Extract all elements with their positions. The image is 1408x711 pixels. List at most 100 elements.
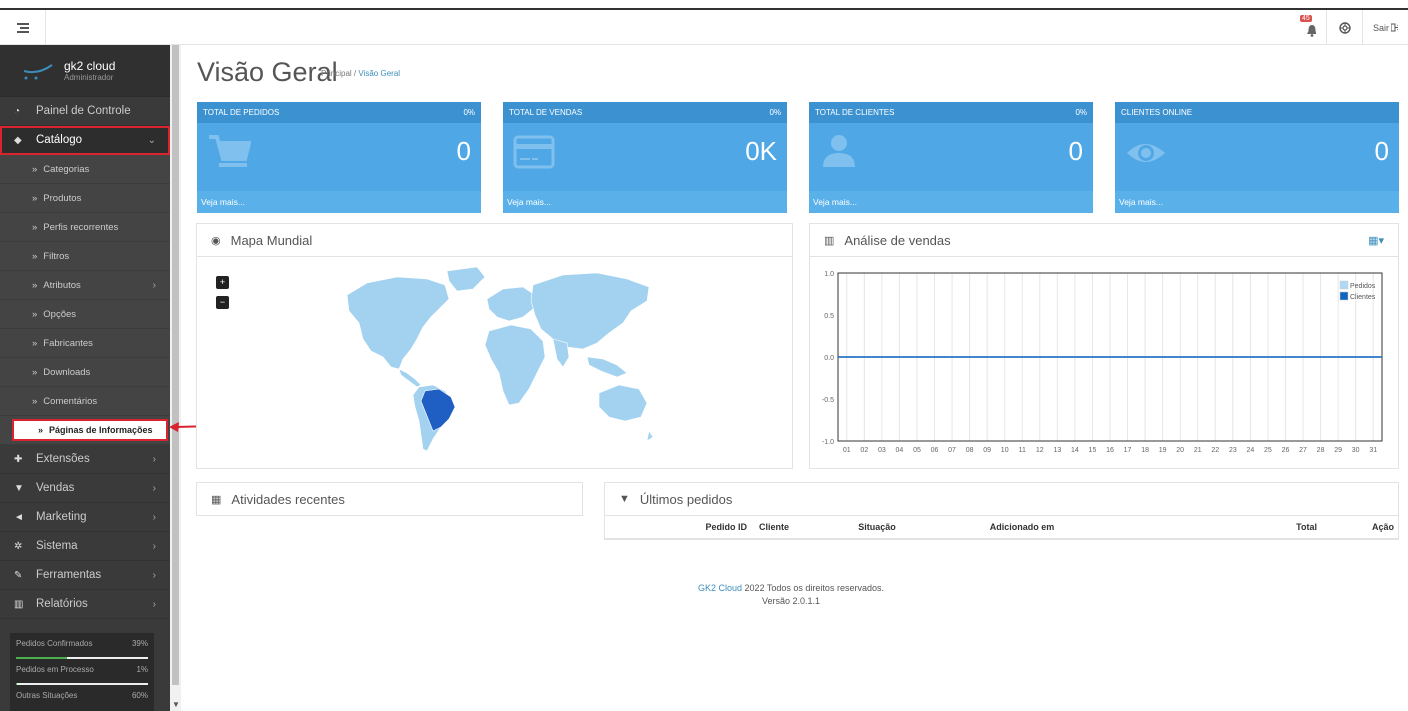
sidebar-item-catalog[interactable]: ◆ Catálogo ⌄ [0, 126, 170, 155]
sidebar-subitem-attributes[interactable]: » Atributos › [0, 271, 170, 300]
tile-view-more-link[interactable]: Veja mais... [809, 191, 1093, 213]
sidebar-subitem-options[interactable]: » Opções [0, 300, 170, 329]
credit-card-icon [513, 135, 555, 169]
x-tick-label: 20 [1176, 447, 1184, 454]
top-header: 45 Sair [0, 10, 1408, 45]
stat-progress-fill [16, 657, 68, 659]
sidebar-subitem-recurring[interactable]: » Perfis recorrentes [0, 213, 170, 242]
y-tick-label: 0.0 [824, 355, 834, 362]
tile-body: 0K [503, 123, 787, 191]
notifications-button[interactable]: 45 [1292, 10, 1326, 45]
double-chevron-icon: » [32, 308, 38, 320]
map-southeast-asia[interactable] [586, 356, 628, 378]
footer-brand-link[interactable]: GK2 Cloud [698, 583, 742, 593]
x-tick-label: 31 [1369, 447, 1377, 454]
x-tick-label: 26 [1282, 447, 1290, 454]
share-icon: ◄ [14, 511, 24, 523]
double-chevron-icon: » [32, 279, 38, 291]
legend-label: Pedidos [1350, 283, 1376, 290]
map-europe[interactable] [486, 286, 536, 322]
map-new-zealand[interactable] [646, 430, 654, 442]
sidebar-subitem-reviews[interactable]: » Comentários [0, 387, 170, 416]
latest-orders-panel: ▼ Últimos pedidos Pedido ID Cliente Situ… [604, 482, 1399, 540]
x-tick-label: 06 [931, 447, 939, 454]
double-chevron-icon: » [32, 221, 38, 233]
sidebar-item-marketing[interactable]: ◄ Marketing › [0, 503, 170, 532]
subitem-label: Atributos [43, 279, 81, 291]
sidebar-item-tools[interactable]: ✎ Ferramentas › [0, 561, 170, 590]
bar-chart-icon: ▥ [824, 234, 835, 247]
sidebar-scrollbar[interactable]: ▼ [170, 45, 181, 711]
logout-button[interactable]: Sair [1362, 10, 1408, 45]
sidebar-subitem-filters[interactable]: » Filtros [0, 242, 170, 271]
table-header-row: Pedido ID Cliente Situação Adicionado em… [605, 516, 1398, 539]
subitem-label: Páginas de Informações [49, 424, 153, 435]
map-zoom-in-button[interactable]: + [216, 276, 229, 289]
cart-icon: ▼ [14, 482, 24, 494]
sidebar-item-sales[interactable]: ▼ Vendas › [0, 474, 170, 503]
sidebar-item-label: Relatórios [36, 598, 88, 610]
x-tick-label: 04 [896, 447, 904, 454]
chevron-right-icon: › [152, 569, 156, 581]
column-header-action: Ação [1317, 516, 1398, 539]
map-africa[interactable] [484, 324, 546, 406]
x-tick-label: 15 [1089, 447, 1097, 454]
scrollbar-thumb[interactable] [172, 45, 179, 685]
sidebar-subitem-information[interactable]: » Páginas de Informações [12, 419, 168, 441]
tile-view-more-link[interactable]: Veja mais... [503, 191, 787, 213]
sidebar-item-reports[interactable]: ▥ Relatórios › [0, 590, 170, 619]
double-chevron-icon: » [38, 424, 44, 435]
eye-icon [1127, 144, 1165, 162]
sidebar-subitem-categories[interactable]: » Categorias [0, 155, 170, 184]
main-content: Visão Geral Principal / Visão Geral TOTA… [181, 45, 1408, 711]
double-chevron-icon: » [32, 250, 38, 262]
subitem-label: Produtos [43, 192, 82, 204]
breadcrumb-home[interactable]: Principal [321, 69, 352, 78]
column-header-order-id: Pedido ID [605, 516, 747, 539]
menu-toggle-button[interactable] [0, 10, 46, 45]
world-map-svg[interactable] [327, 265, 657, 453]
sidebar-subitem-downloads[interactable]: » Downloads [0, 358, 170, 387]
stat-row: Pedidos Confirmados 39% [16, 639, 148, 657]
y-tick-label: -0.5 [822, 397, 834, 404]
x-tick-label: 01 [843, 447, 851, 454]
map-central-america[interactable] [398, 368, 422, 388]
x-tick-label: 14 [1071, 447, 1079, 454]
panel-title: Análise de vendas [844, 232, 951, 248]
map-india[interactable] [552, 338, 570, 368]
notification-badge: 45 [1300, 15, 1312, 22]
breadcrumb-current[interactable]: Visão Geral [358, 69, 400, 78]
sidebar-item-system[interactable]: ✲ Sistema › [0, 532, 170, 561]
map-greenland[interactable] [446, 266, 486, 292]
tile-total-customers: TOTAL DE CLIENTES 0% 0 Veja mais... [809, 102, 1093, 213]
scroll-down-arrow[interactable]: ▼ [172, 700, 180, 709]
sidebar-subitem-products[interactable]: » Produtos [0, 184, 170, 213]
map-asia[interactable] [530, 272, 650, 350]
map-zoom-out-button[interactable]: − [216, 296, 229, 309]
column-header-total: Total [1107, 516, 1317, 539]
x-tick-label: 16 [1106, 447, 1114, 454]
column-header-date-added: Adicionado em [937, 516, 1107, 539]
sidebar-item-dashboard[interactable]: ◔ Painel de Controle [0, 97, 170, 126]
x-tick-label: 17 [1124, 447, 1132, 454]
page-title: Visão Geral [197, 57, 338, 87]
lifebuoy-icon [1338, 21, 1351, 34]
stat-value: 1% [136, 665, 148, 674]
panel-title: Mapa Mundial [230, 232, 313, 248]
chevron-down-icon: ⌄ [147, 134, 156, 146]
tile-view-more-link[interactable]: Veja mais... [1115, 191, 1399, 213]
map-australia[interactable] [598, 384, 648, 422]
sidebar-item-extensions[interactable]: ✚ Extensões › [0, 445, 170, 474]
sidebar-subitem-manufacturers[interactable]: » Fabricantes [0, 329, 170, 358]
map-north-america[interactable] [346, 276, 450, 370]
tile-view-more-link[interactable]: Veja mais... [197, 191, 481, 213]
breadcrumb-separator: / [353, 69, 357, 78]
help-button[interactable] [1326, 10, 1362, 45]
calendar-dropdown-button[interactable]: ▦▾ [1368, 234, 1384, 247]
double-chevron-icon: » [32, 163, 38, 175]
column-header-customer: Cliente [747, 516, 817, 539]
bell-icon [1307, 25, 1316, 37]
x-tick-label: 23 [1229, 447, 1237, 454]
user-profile[interactable]: gk2 cloud Administrador [0, 45, 170, 97]
y-tick-label: 1.0 [824, 271, 834, 278]
